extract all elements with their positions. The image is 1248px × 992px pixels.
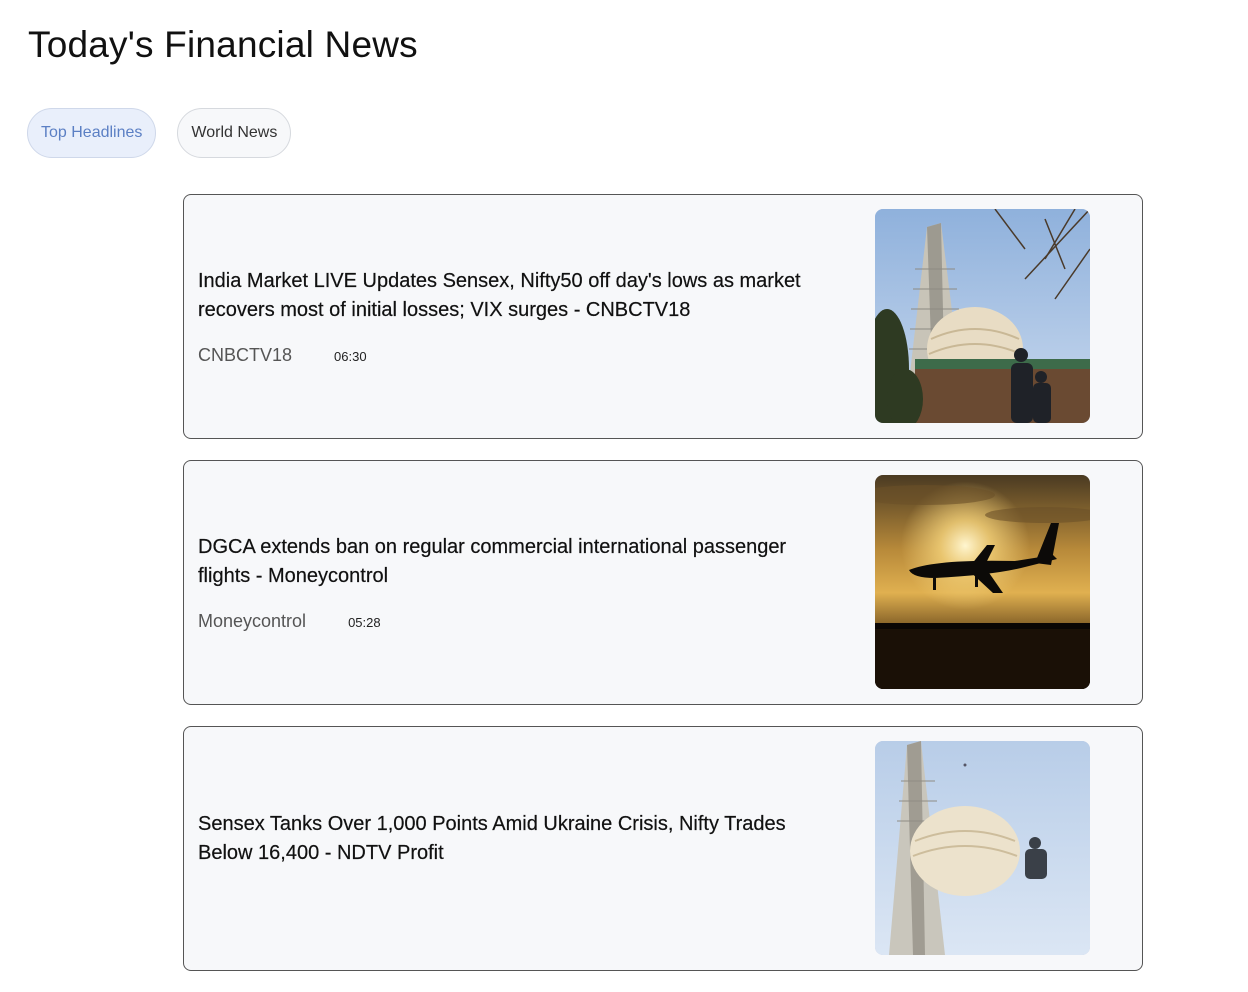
airplane-sunset-image[interactable] (875, 475, 1090, 689)
news-meta: CNBCTV18 06:30 (198, 345, 808, 366)
news-card[interactable]: DGCA extends ban on regular commercial i… (183, 460, 1143, 705)
news-time: 06:30 (334, 349, 367, 364)
stock-exchange-building-image[interactable] (875, 209, 1090, 423)
news-meta: Moneycontrol 05:28 (198, 611, 808, 632)
news-time: 05:28 (348, 615, 381, 630)
news-feed: India Market LIVE Updates Sensex, Nifty5… (183, 194, 1143, 992)
news-headline[interactable]: DGCA extends ban on regular commercial i… (198, 533, 808, 591)
tab-top-headlines[interactable]: Top Headlines (27, 108, 157, 158)
news-card-text: India Market LIVE Updates Sensex, Nifty5… (198, 195, 808, 438)
news-headline[interactable]: Sensex Tanks Over 1,000 Points Amid Ukra… (198, 810, 808, 868)
news-card-text: Sensex Tanks Over 1,000 Points Amid Ukra… (198, 727, 808, 970)
tab-world-news[interactable]: World News (177, 108, 292, 158)
news-headline[interactable]: India Market LIVE Updates Sensex, Nifty5… (198, 267, 808, 325)
news-card[interactable]: Sensex Tanks Over 1,000 Points Amid Ukra… (183, 726, 1143, 971)
page-title: Today's Financial News (28, 24, 418, 65)
news-card-text: DGCA extends ban on regular commercial i… (198, 461, 808, 704)
news-source: CNBCTV18 (198, 345, 293, 365)
stock-exchange-building-image[interactable] (875, 741, 1090, 955)
news-source: Moneycontrol (198, 611, 307, 631)
category-tabs: Top Headlines World News (27, 108, 292, 158)
news-card[interactable]: India Market LIVE Updates Sensex, Nifty5… (183, 194, 1143, 439)
